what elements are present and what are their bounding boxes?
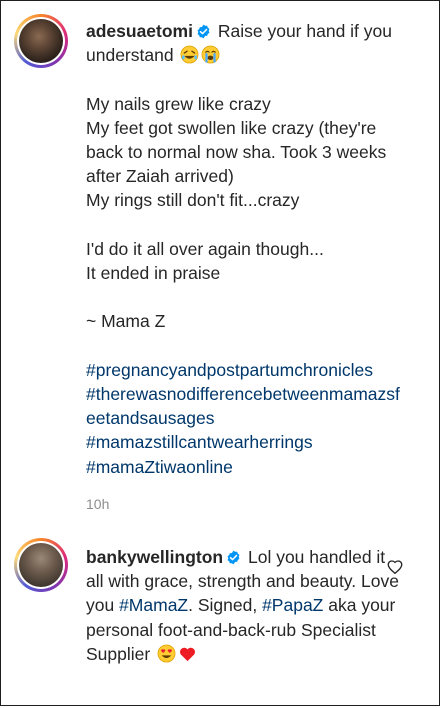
comment-adesuaetomi: adesuaetomi Raise your hand if you under… (14, 14, 426, 514)
verified-badge-icon (197, 24, 210, 39)
hashtag-link[interactable]: #pregnancyandpostpartumchronicles (86, 360, 373, 380)
hashtag-link[interactable]: #PapaZ (262, 595, 323, 615)
like-heart-icon[interactable] (386, 558, 404, 576)
verified-badge-icon (227, 550, 240, 565)
comment-line: My feet got swollen like crazy (they're … (86, 117, 392, 187)
hashtag-link[interactable]: #mamazstillcantwearherrings (86, 432, 313, 452)
comment-line: I'd do it all over again though... (86, 238, 324, 259)
comment-body: adesuaetomi Raise your hand if you under… (86, 19, 404, 479)
red-heart-emoji-icon (180, 647, 196, 661)
hashtag-link[interactable]: #therewasnodifferencebetweenmamazsfeetan… (86, 384, 400, 428)
comment-line: ~ Mama Z (86, 311, 166, 332)
comment-body: bankywellington Lol you handled it all w… (86, 545, 404, 666)
comment-line: It ended in praise (86, 263, 221, 284)
hashtag-link[interactable]: #MamaZ (119, 595, 188, 615)
comment-bankywellington: bankywellington Lol you handled it all w… (14, 538, 426, 698)
comment-text: . Signed, (188, 595, 263, 616)
rolling-on-floor-laughing-emoji-icon (181, 45, 199, 64)
comment-timestamp[interactable]: 10h (86, 496, 109, 512)
comment-line: My nails grew like crazy (86, 93, 271, 114)
profile-photo (19, 19, 63, 63)
username-link[interactable]: adesuaetomi (86, 21, 193, 41)
username-link[interactable]: bankywellington (86, 547, 223, 567)
hashtag-link[interactable]: #mamaZtiwaonline (86, 457, 233, 477)
profile-photo (19, 543, 63, 587)
loudly-crying-emoji-icon (202, 45, 220, 64)
heart-eyes-emoji-icon (157, 644, 176, 663)
avatar-bankywellington[interactable] (14, 538, 68, 592)
avatar-adesuaetomi[interactable] (14, 14, 68, 68)
comment-line: My rings still don't fit...crazy (86, 190, 300, 211)
